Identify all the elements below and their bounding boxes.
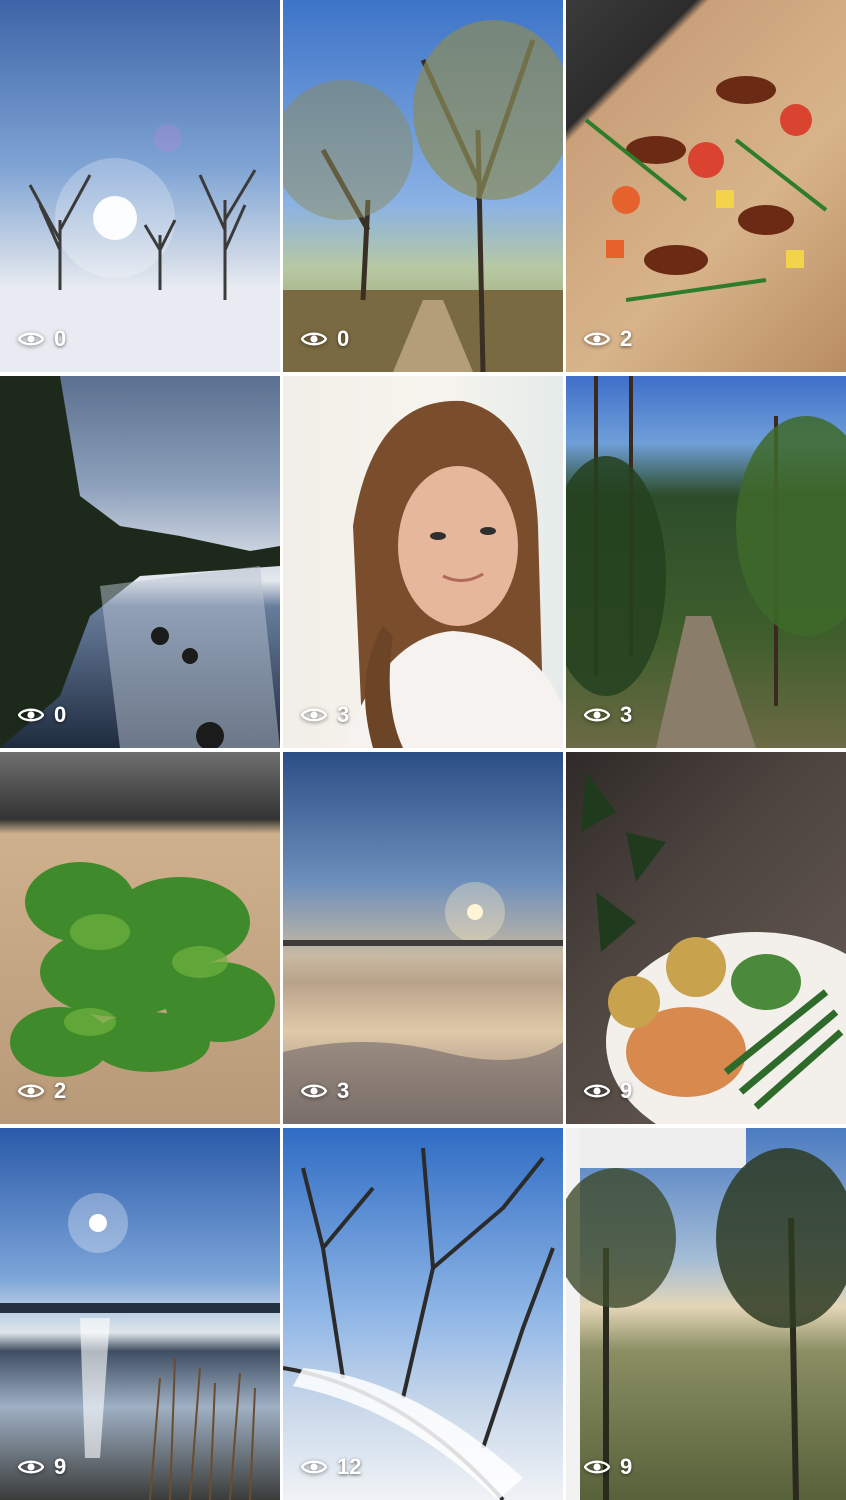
photo-tile-selfie[interactable]: 3 [283, 376, 563, 748]
view-count: 0 [301, 326, 349, 352]
photo-lake [0, 376, 280, 748]
view-count: 3 [584, 702, 632, 728]
view-count: 12 [301, 1454, 361, 1480]
photo-snowy-field-sunset [283, 752, 563, 1124]
photo-roasted-vegetables [566, 0, 846, 372]
view-count-value: 0 [54, 702, 67, 727]
view-count-value: 0 [54, 326, 67, 351]
view-count: 9 [584, 1454, 632, 1480]
photo-tile-ice-lake[interactable]: 9 [0, 1128, 280, 1500]
eye-icon [18, 332, 44, 346]
eye-icon [18, 1460, 44, 1474]
photo-porch-view [566, 1128, 846, 1500]
photo-tile-kale[interactable]: 2 [0, 752, 280, 1124]
photo-tile-frosty-branches[interactable]: 12 [283, 1128, 563, 1500]
photo-autumn-road [283, 0, 563, 372]
view-count-value: 0 [337, 326, 350, 351]
view-count-value: 9 [620, 1078, 633, 1103]
photo-frosty-branches [283, 1128, 563, 1500]
photo-forest-path [566, 376, 846, 748]
view-count: 0 [18, 702, 66, 728]
view-count: 9 [18, 1454, 66, 1480]
eye-icon [301, 1460, 327, 1474]
view-count-value: 2 [620, 326, 633, 351]
eye-icon [301, 708, 327, 722]
photo-tile-winter-sun[interactable]: 0 [0, 0, 280, 372]
eye-icon [301, 332, 327, 346]
eye-icon [301, 1084, 327, 1098]
eye-icon [584, 1084, 610, 1098]
photo-kale [0, 752, 280, 1124]
photo-dinner-plate [566, 752, 846, 1124]
view-count-value: 9 [620, 1454, 633, 1479]
photo-grid: 0 0 2 0 3 3 2 3 9 9 12 9 [0, 0, 846, 1500]
photo-selfie [283, 376, 563, 748]
view-count: 3 [301, 702, 349, 728]
eye-icon [584, 332, 610, 346]
eye-icon [18, 1084, 44, 1098]
view-count-value: 2 [54, 1078, 67, 1103]
view-count: 3 [301, 1078, 349, 1104]
photo-tile-snowy-field-sunset[interactable]: 3 [283, 752, 563, 1124]
photo-tile-lake[interactable]: 0 [0, 376, 280, 748]
view-count-value: 9 [54, 1454, 67, 1479]
photo-tile-dinner-plate[interactable]: 9 [566, 752, 846, 1124]
photo-tile-porch-view[interactable]: 9 [566, 1128, 846, 1500]
view-count-value: 3 [337, 1078, 350, 1103]
eye-icon [584, 1460, 610, 1474]
view-count: 0 [18, 326, 66, 352]
photo-tile-forest-path[interactable]: 3 [566, 376, 846, 748]
view-count-value: 12 [337, 1454, 362, 1479]
view-count-value: 3 [337, 702, 350, 727]
view-count: 9 [584, 1078, 632, 1104]
view-count: 2 [584, 326, 632, 352]
photo-ice-lake [0, 1128, 280, 1500]
view-count: 2 [18, 1078, 66, 1104]
photo-tile-roasted-vegetables[interactable]: 2 [566, 0, 846, 372]
photo-winter-sun [0, 0, 280, 372]
eye-icon [584, 708, 610, 722]
photo-tile-autumn-road[interactable]: 0 [283, 0, 563, 372]
eye-icon [18, 708, 44, 722]
view-count-value: 3 [620, 702, 633, 727]
